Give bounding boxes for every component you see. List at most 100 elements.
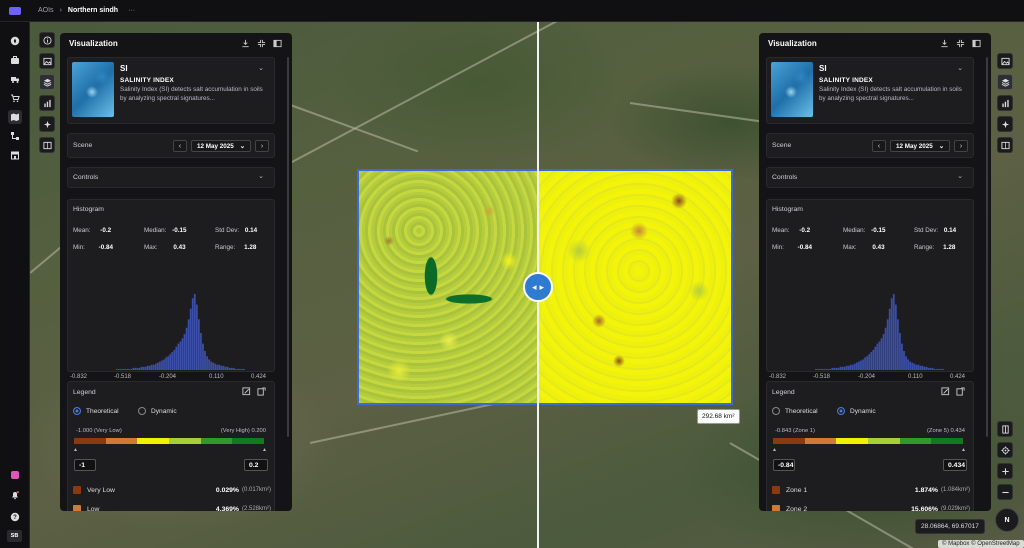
histogram-bar — [938, 368, 940, 370]
controls-accordion[interactable]: Controls ⌄ — [766, 167, 974, 188]
layers-icon-right[interactable] — [997, 74, 1013, 90]
locate-icon[interactable] — [997, 442, 1013, 458]
histogram-bar — [230, 367, 233, 370]
map-nav-icon[interactable] — [8, 110, 22, 124]
truck-nav-icon[interactable] — [8, 72, 22, 86]
histogram-bar — [894, 304, 897, 370]
legend-row[interactable]: Low 4.369% (2.528km²) — [73, 502, 271, 511]
legend-max-input[interactable]: 0.434 — [943, 459, 967, 471]
sparkle-icon-right[interactable] — [997, 116, 1013, 132]
briefcase-nav-icon[interactable] — [8, 53, 22, 67]
histogram-bar — [124, 368, 126, 370]
scene-date-dropdown[interactable]: 12 May 2025 ⌄ — [190, 140, 251, 152]
histogram-bar — [909, 361, 912, 370]
scene-date: 12 May 2025 — [895, 142, 933, 150]
compass-nav-icon[interactable] — [8, 34, 22, 48]
previous-scene-button[interactable]: ‹ — [172, 140, 187, 152]
stat-median: Median: -0.15 — [843, 227, 886, 234]
histogram-tick: -0.518 — [813, 374, 831, 380]
min-handle-icon[interactable]: ▲ — [772, 447, 777, 453]
chevron-down-icon[interactable]: ⌄ — [957, 64, 963, 72]
chevron-down-icon[interactable]: ⌄ — [258, 64, 264, 72]
book-icon[interactable] — [997, 421, 1013, 437]
edit-icon[interactable] — [941, 387, 951, 397]
index-thumbnail — [72, 62, 114, 117]
histogram-bar — [825, 368, 827, 370]
histogram-bar — [849, 364, 852, 370]
histogram-tick: -0.832 — [769, 374, 787, 380]
layers-icon[interactable] — [39, 74, 55, 90]
export-icon[interactable] — [257, 387, 267, 397]
legend-ramp-segment — [836, 438, 869, 444]
zoom-in-button[interactable] — [997, 463, 1013, 479]
panel-layout-icon[interactable] — [272, 38, 282, 48]
index-card[interactable]: SI SALINITY INDEX Salinity Index (SI) de… — [67, 57, 275, 124]
radio-dot[interactable] — [772, 407, 780, 415]
network-nav-icon[interactable] — [8, 129, 22, 143]
collapse-icon[interactable] — [256, 38, 266, 48]
image-icon-right[interactable] — [997, 53, 1013, 69]
more-options-button[interactable]: ··· — [128, 7, 135, 14]
map-attribution[interactable]: © Mapbox © OpenStreetMap — [938, 540, 1024, 548]
store-nav-icon[interactable] — [8, 148, 22, 162]
chart-icon[interactable] — [39, 95, 55, 111]
panel-layout-icon[interactable] — [971, 38, 981, 48]
split-view-icon[interactable] — [39, 137, 55, 153]
histogram-bar — [146, 365, 149, 370]
radio-dot[interactable] — [73, 407, 81, 415]
breadcrumb-aois-link[interactable]: AOIs — [38, 7, 54, 14]
zoom-out-button[interactable] — [997, 484, 1013, 500]
index-code: SI — [819, 64, 827, 73]
controls-accordion[interactable]: Controls ⌄ — [67, 167, 275, 188]
radio-dot[interactable] — [138, 407, 146, 415]
download-icon[interactable] — [240, 38, 250, 48]
notification-bell-icon[interactable] — [8, 488, 22, 502]
collapse-icon[interactable] — [955, 38, 965, 48]
user-avatar[interactable]: SB — [7, 530, 22, 542]
scene-date-dropdown[interactable]: 12 May 2025 ⌄ — [889, 140, 950, 152]
compass-north-button[interactable]: N — [995, 508, 1019, 532]
panel-scrollbar[interactable] — [986, 57, 988, 437]
download-icon[interactable] — [939, 38, 949, 48]
chart-icon-right[interactable] — [997, 95, 1013, 111]
min-handle-icon[interactable]: ▲ — [73, 447, 78, 453]
radio-dynamic[interactable]: Dynamic — [837, 407, 876, 415]
legend-max-input[interactable]: 0.2 — [244, 459, 268, 471]
radio-dot[interactable] — [837, 407, 845, 415]
legend-row[interactable]: Zone 1 1.874% (1.084km²) — [772, 483, 970, 497]
export-icon[interactable] — [956, 387, 966, 397]
help-icon[interactable]: ? — [8, 510, 22, 524]
split-view-icon-right[interactable] — [997, 137, 1013, 153]
compare-slider-handle[interactable]: ◂ ▸ — [523, 272, 553, 302]
next-scene-button[interactable]: › — [954, 140, 968, 152]
radio-dynamic[interactable]: Dynamic — [138, 407, 177, 415]
stat-max: Max: 0.43 — [843, 244, 885, 251]
legend-row[interactable]: Very Low 0.029% (0.017km²) — [73, 483, 271, 497]
chevron-down-icon[interactable]: ⌄ — [258, 172, 264, 180]
chevron-down-icon[interactable]: ⌄ — [957, 172, 963, 180]
histogram-bar — [905, 356, 907, 370]
cart-nav-icon[interactable] — [8, 91, 22, 105]
legend-row[interactable]: Zone 2 15.606% (9.029km²) — [772, 502, 970, 511]
histogram-bar — [169, 354, 172, 370]
max-handle-icon[interactable]: ▲ — [961, 447, 966, 453]
previous-scene-button[interactable]: ‹ — [871, 140, 886, 152]
legend-min-input[interactable]: -0.84 — [773, 459, 795, 471]
radio-theoretical[interactable]: Theoretical — [73, 407, 119, 415]
legend-class-percent: 15.606% — [911, 505, 938, 512]
edit-icon[interactable] — [242, 387, 252, 397]
panel-scrollbar[interactable] — [287, 57, 289, 437]
legend-min-input[interactable]: -1 — [74, 459, 96, 471]
max-handle-icon[interactable]: ▲ — [262, 447, 267, 453]
app-logo[interactable] — [0, 6, 30, 15]
next-scene-button[interactable]: › — [255, 140, 269, 152]
chevron-down-icon: ⌄ — [239, 142, 245, 150]
sparkle-icon[interactable] — [39, 116, 55, 132]
info-icon[interactable] — [39, 32, 55, 48]
image-icon[interactable] — [39, 53, 55, 69]
app-launcher-icon[interactable] — [8, 468, 22, 482]
histogram-bar — [866, 356, 868, 370]
index-card[interactable]: SI SALINITY INDEX Salinity Index (SI) de… — [766, 57, 974, 124]
histogram-bar — [911, 362, 914, 370]
radio-theoretical[interactable]: Theoretical — [772, 407, 818, 415]
